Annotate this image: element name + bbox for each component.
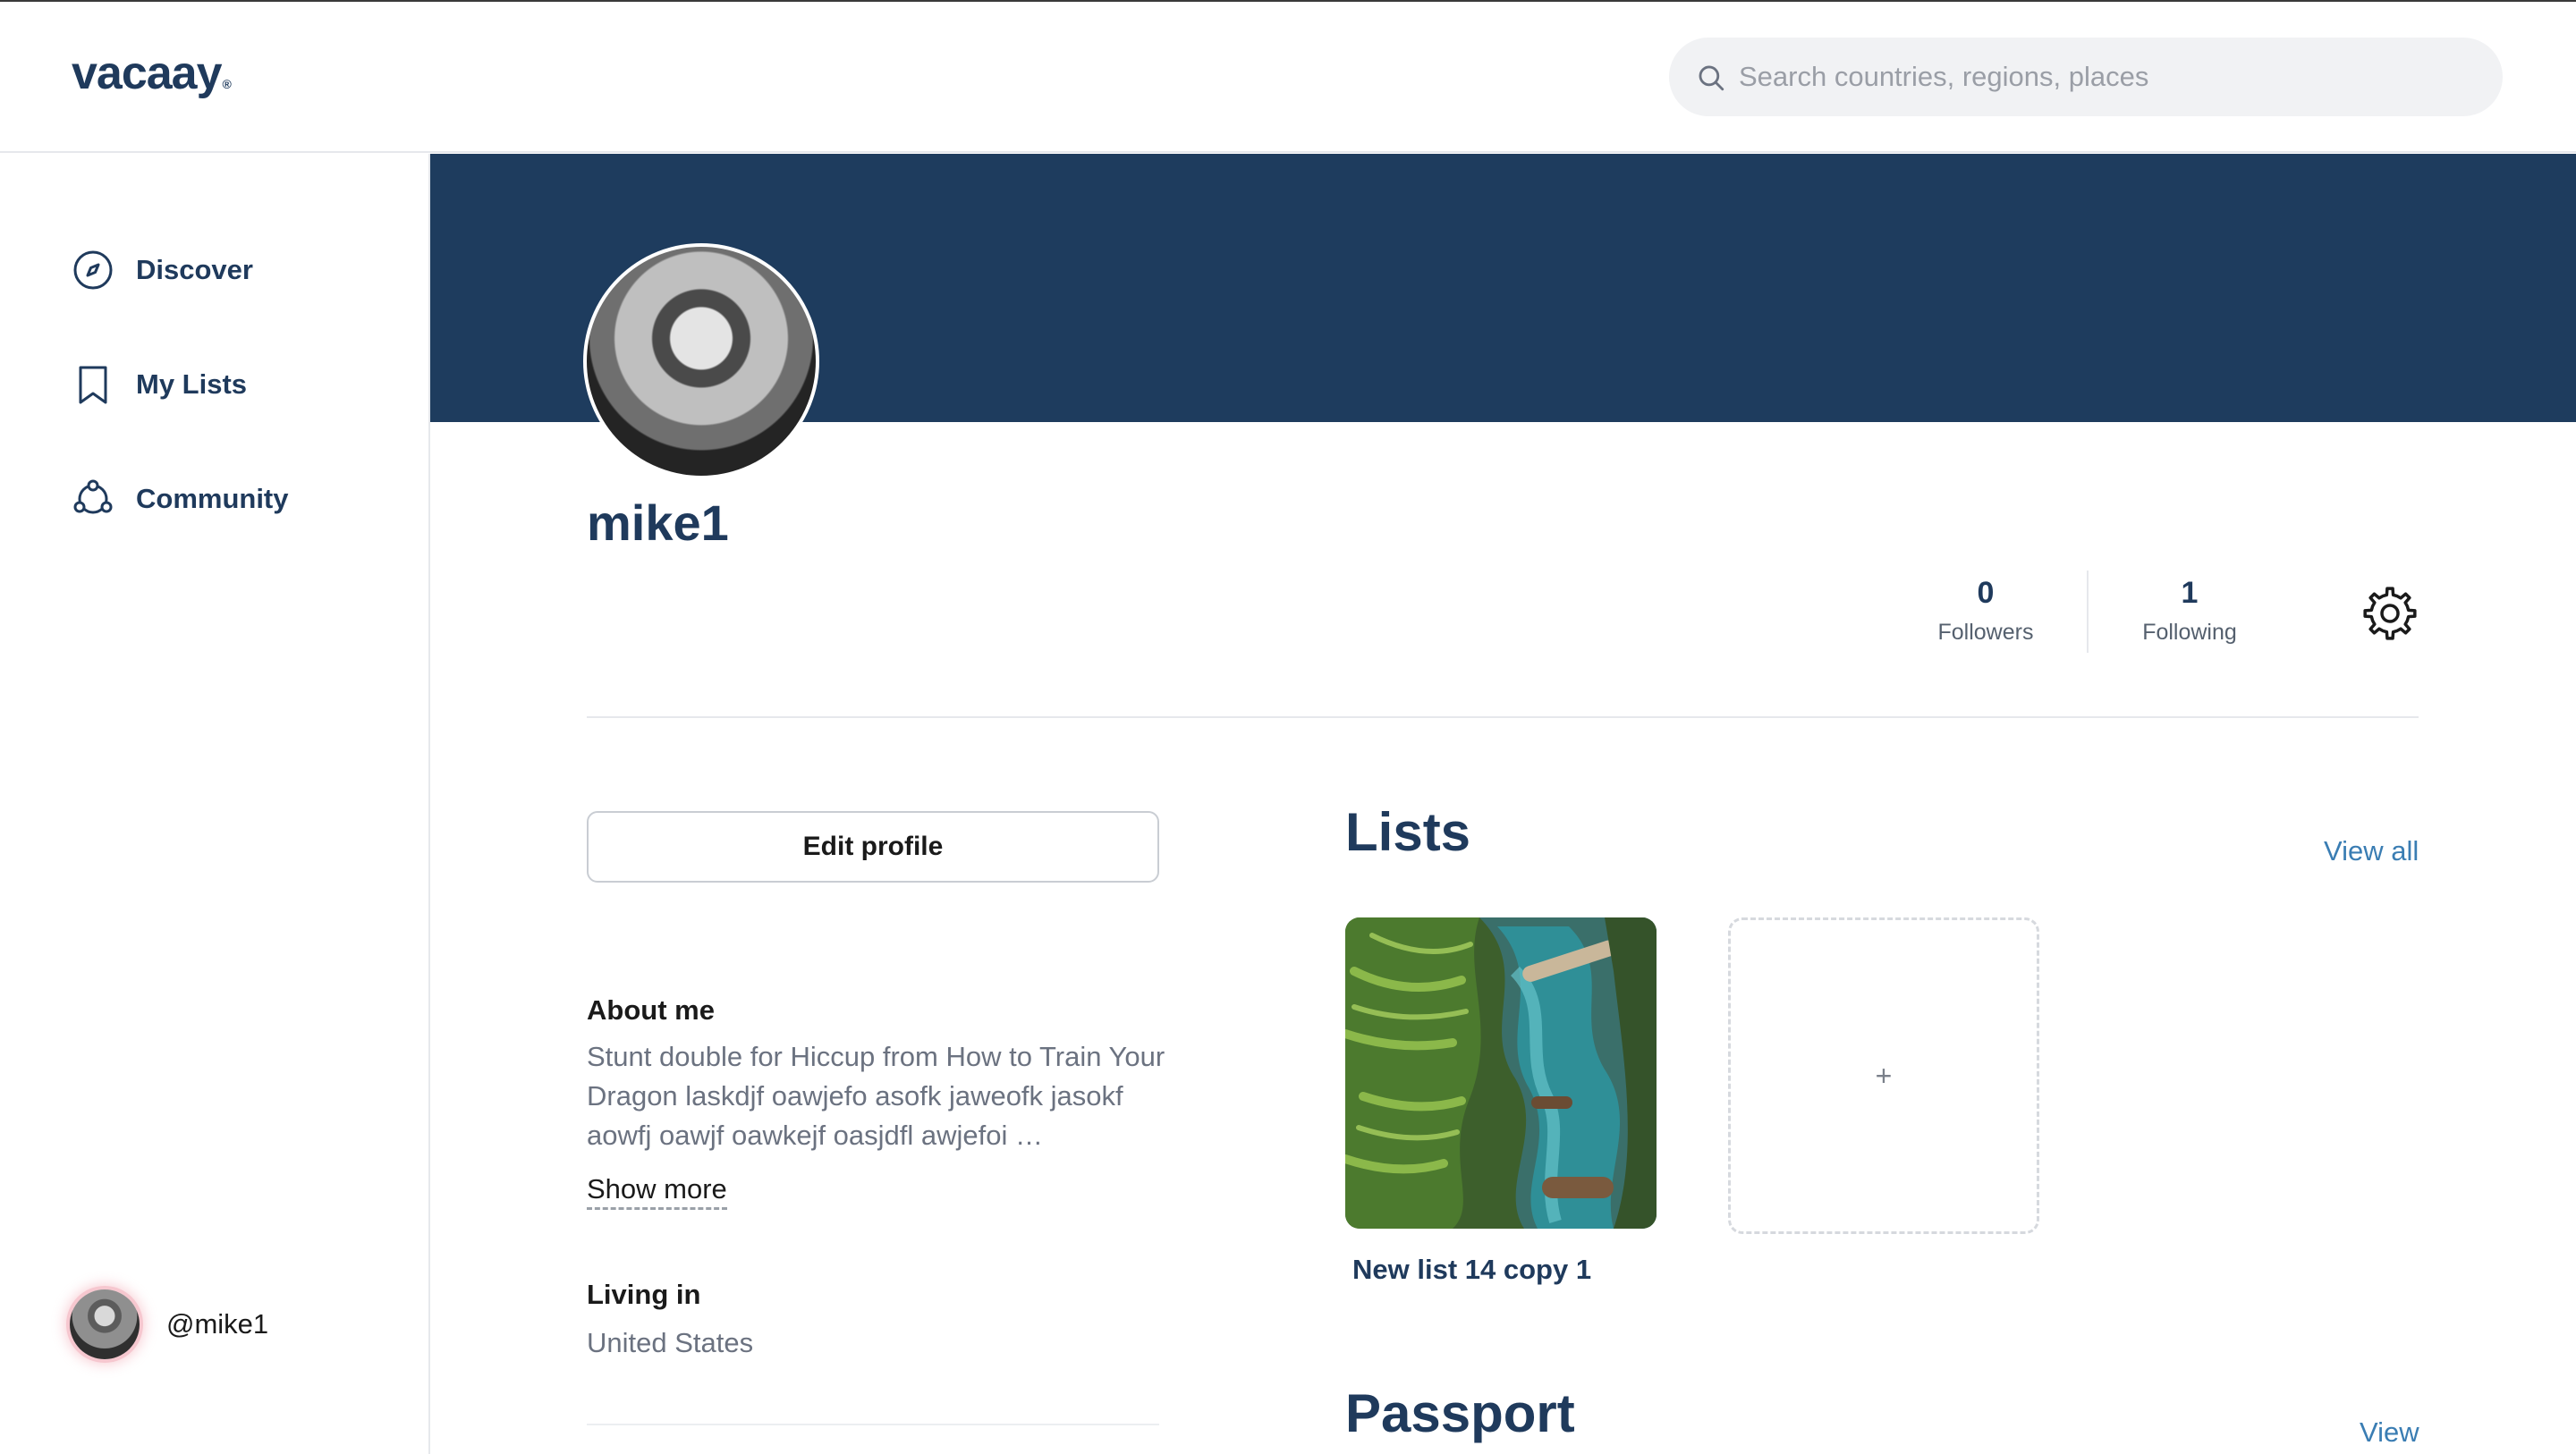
followers-stat[interactable]: 0 Followers <box>1914 576 2057 646</box>
bookmark-icon <box>79 366 107 404</box>
sidebar-item-label: My Lists <box>136 368 248 400</box>
avatar <box>70 1289 140 1359</box>
search-bar[interactable] <box>1669 38 2503 116</box>
following-count: 1 <box>2181 576 2199 610</box>
living-in-value: United States <box>587 1327 754 1358</box>
followers-count: 0 <box>1977 576 1995 610</box>
about-me-text: Stunt double for Hiccup from How to Trai… <box>587 1041 1165 1151</box>
following-label: Following <box>2142 620 2237 645</box>
registered-mark: ® <box>222 77 232 91</box>
top-header: vacaay® <box>0 2 2576 153</box>
user-handle: @mike1 <box>166 1308 269 1340</box>
profile-avatar <box>583 243 819 479</box>
resort-pool-image <box>1345 917 1657 1229</box>
plus-icon: + <box>1875 1059 1893 1092</box>
sidebar-item-my-lists[interactable]: My Lists <box>72 358 247 411</box>
compass-icon <box>73 250 113 290</box>
sidebar: Discover My Lists Community @mike1 <box>0 154 430 1454</box>
search-input[interactable] <box>1739 38 2472 116</box>
following-stat[interactable]: 1 Following <box>2118 576 2261 646</box>
lists-heading: Lists <box>1345 802 1471 862</box>
living-in-heading: Living in <box>587 1279 701 1310</box>
sidebar-item-community[interactable]: Community <box>72 472 289 526</box>
show-more-link[interactable]: Show more <box>587 1173 727 1210</box>
search-icon <box>1699 65 1724 91</box>
sidebar-item-label: Discover <box>136 254 253 285</box>
sidebar-item-label: Community <box>136 483 289 514</box>
profile-divider <box>587 716 2419 718</box>
edit-profile-button[interactable]: Edit profile <box>587 811 1159 883</box>
community-icon <box>73 479 113 514</box>
list-card-image[interactable] <box>1345 917 1657 1229</box>
stat-divider <box>2087 571 2089 653</box>
current-user[interactable]: @mike1 <box>70 1289 268 1359</box>
followers-label: Followers <box>1937 620 2034 645</box>
view-passport-link[interactable]: View <box>2360 1416 2419 1449</box>
vacaay-logo[interactable]: vacaay® <box>72 46 232 100</box>
profile-username: mike1 <box>587 495 729 551</box>
passport-heading: Passport <box>1345 1383 1575 1443</box>
view-all-link[interactable]: View all <box>2324 835 2419 867</box>
add-list-button[interactable]: + <box>1728 917 2039 1234</box>
list-card-title[interactable]: New list 14 copy 1 <box>1352 1254 1591 1286</box>
logo-text: vacaay <box>72 47 223 99</box>
left-divider <box>587 1424 1159 1425</box>
about-me-heading: About me <box>587 994 715 1026</box>
sidebar-item-discover[interactable]: Discover <box>72 243 253 297</box>
gear-icon[interactable] <box>2361 585 2419 642</box>
